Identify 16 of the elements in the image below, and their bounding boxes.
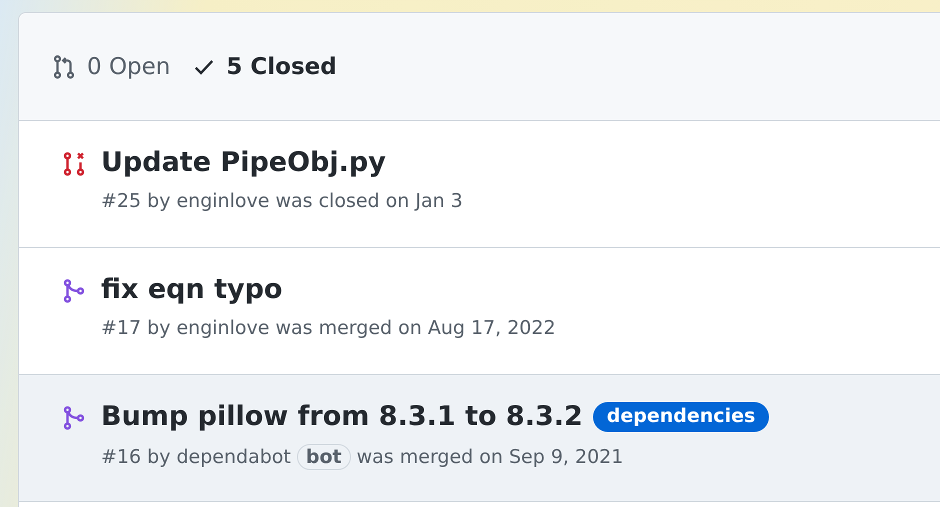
bot-badge: bot [296,444,351,470]
pull-request-meta: #17 by enginlove was merged on Aug 17, 2022 [101,317,556,339]
pull-request-title[interactable]: Bump pillow from 8.3.1 to 8.3.2 [101,401,583,432]
filter-tab[interactable]: 0 Open [51,54,170,80]
pull-request-meta: #25 by enginlove was closed on Jan 3 [101,190,463,212]
pull-request-title[interactable]: fix eqn typo [101,274,282,305]
closed-pull-request-icon [61,151,87,177]
pull-request-meta: was merged on Sep 9, 2021 [356,446,624,468]
pull-request-title[interactable]: Update PipeObj.py [101,147,386,178]
filter-tab[interactable]: 5 Closed [192,54,337,80]
pull-request-icon [51,54,77,80]
label-tag[interactable]: dependencies [592,402,770,432]
merged-icon [61,405,87,431]
pull-request-meta: #16 by dependabot [101,446,291,468]
merged-icon [61,278,87,304]
pull-request-row[interactable]: Bump pillow from 8.3.1 to 8.3.2 dependencies #16 by dependabot bot was merged on Sep 9, 2021 [19,375,940,502]
